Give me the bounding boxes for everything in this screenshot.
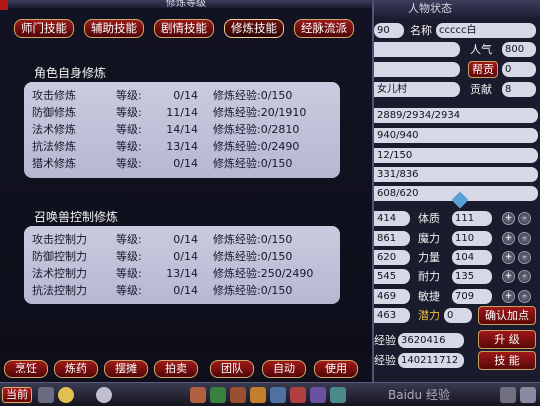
watermark: Baidu 经验 [388,388,450,402]
alchemy-button[interactable]: 炼药 [54,360,98,378]
pet-cultivation-title: 召唤兽控制修炼 [34,210,119,224]
exp2-field: 140211712 [398,353,464,368]
tab-story-skills[interactable]: 剧情技能 [154,19,214,38]
attr-left-value: 861 [374,231,410,246]
minus-icon[interactable]: - [518,232,531,245]
hp-bar: 2889/2934/2934 [374,108,538,123]
contribution-field: 8 [502,82,536,97]
title-field [374,42,460,57]
upgrade-button[interactable]: 升 级 [478,330,536,349]
menu-icon[interactable] [38,387,54,403]
team-button[interactable]: 团队 [210,360,254,378]
potential-left-value: 463 [374,308,410,323]
vitality-bar: 331/836 [374,167,538,182]
skill-icon[interactable] [330,387,346,403]
mp-bar: 940/940 [374,128,538,143]
attr-left-value: 620 [374,250,410,265]
item-icon[interactable] [190,387,206,403]
auto-button[interactable]: 自动 [262,360,306,378]
auction-button[interactable]: 拍卖 [154,360,198,378]
action-toolbar: 烹饪 炼药 摆摊 拍卖 团队 自动 使用 [0,356,372,382]
cooking-button[interactable]: 烹饪 [4,360,48,378]
attr-value-constitution: 111 [452,211,492,226]
close-icon[interactable] [0,0,8,10]
attr-value-agility: 709 [452,289,492,304]
settings-icon[interactable] [520,387,536,403]
emoji-icon[interactable] [58,387,74,403]
skill-button[interactable]: 技 能 [478,351,536,370]
attr-label-agility: 敏捷 [418,290,440,303]
plus-icon[interactable]: + [502,212,515,225]
cultivation-window: 修炼等级 师门技能 辅助技能 剧情技能 修炼技能 经脉流派 角色自身修炼 攻击修… [0,0,374,382]
attr-label-strength: 力量 [418,251,440,264]
minus-icon[interactable]: - [518,251,531,264]
faction-contribution-field: 0 [502,62,536,77]
bag-icon[interactable] [210,387,226,403]
attr-label-constitution: 体质 [418,212,440,225]
character-cultivation-panel: 攻击修炼 等级: 0/14 修炼经验:0/150 防御修炼 等级: 11/14 … [24,82,340,178]
attr-left-value: 414 [374,211,410,226]
equipment-icon[interactable] [230,387,246,403]
minus-icon[interactable]: - [518,290,531,303]
exp-label: 经验 [374,334,396,347]
attr-left-value: 469 [374,289,410,304]
attr-value-strength: 104 [452,250,492,265]
quest-icon[interactable] [290,387,306,403]
character-id-field: 90 [374,23,404,38]
popularity-label: 人气 [470,43,492,56]
stall-button[interactable]: 摆摊 [104,360,148,378]
contribution-label: 贡献 [470,83,492,96]
friend-icon[interactable] [270,387,286,403]
attr-value-endurance: 135 [452,269,492,284]
potential-value: 0 [444,308,472,323]
tab-sect-skills[interactable]: 师门技能 [14,19,74,38]
game-taskbar: 当前 Baidu 经验 [0,382,540,406]
pet-icon[interactable] [250,387,266,403]
faction-contribution-button[interactable]: 帮贡 [468,61,498,78]
character-status-window: 人物状态 90 名称 ccccc白 人气 800 帮贡 0 女儿村 贡献 8 2… [372,0,540,382]
current-channel-button[interactable]: 当前 [2,387,32,403]
pet-cultivation-panel: 攻击控制力 等级: 0/14 修炼经验:0/150 防御控制力 等级: 0/14… [24,226,340,304]
exp2-label: 经验 [374,354,396,367]
microphone-icon[interactable] [96,387,112,403]
plus-icon[interactable]: + [502,232,515,245]
tab-assist-skills[interactable]: 辅助技能 [84,19,144,38]
popularity-field: 800 [502,42,536,57]
system-icon[interactable] [500,387,516,403]
attr-label-endurance: 耐力 [418,270,440,283]
name-field: ccccc白 [436,23,536,38]
cultivation-window-title: 修炼等级 [0,0,372,8]
name-label: 名称 [410,24,432,37]
minus-icon[interactable]: - [518,212,531,225]
minus-icon[interactable]: - [518,270,531,283]
plus-icon[interactable]: + [502,251,515,264]
plus-icon[interactable]: + [502,290,515,303]
attr-left-value: 545 [374,269,410,284]
confirm-points-button[interactable]: 确认加点 [478,306,536,325]
faction-icon[interactable] [310,387,326,403]
potential-label: 潜力 [418,309,440,322]
faction-name-field [374,62,460,77]
exp-field: 3620416 [398,333,464,348]
attr-label-magic: 魔力 [418,232,440,245]
tab-meridian-school[interactable]: 经脉流派 [294,19,354,38]
character-window-title: 人物状态 [374,0,540,18]
tab-cultivation-skills[interactable]: 修炼技能 [224,19,284,38]
use-button[interactable]: 使用 [314,360,358,378]
plus-icon[interactable]: + [502,270,515,283]
character-cultivation-title: 角色自身修炼 [34,66,107,80]
sect-field: 女儿村 [374,82,460,97]
anger-bar: 12/150 [374,148,538,163]
attr-value-magic: 110 [452,231,492,246]
